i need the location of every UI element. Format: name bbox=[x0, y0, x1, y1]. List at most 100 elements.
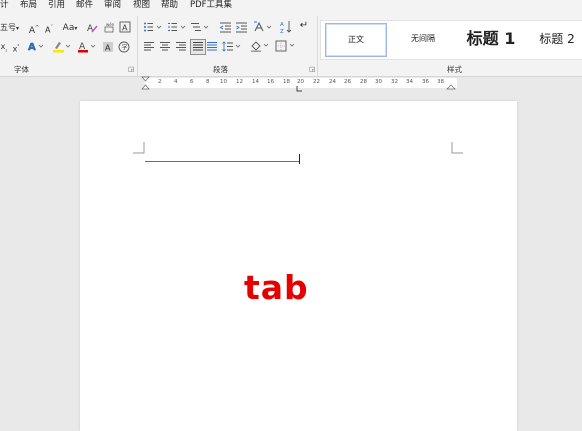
svg-text:A: A bbox=[280, 22, 284, 28]
change-case-button[interactable]: Aa▾ bbox=[60, 22, 80, 35]
menu-view[interactable]: 视图 bbox=[133, 0, 150, 10]
font-group-label: 字体 bbox=[14, 65, 29, 74]
crop-mark-top-right bbox=[451, 142, 463, 154]
increase-indent-icon bbox=[236, 22, 247, 33]
font-size-value: 五号 bbox=[0, 23, 16, 32]
right-indent-marker-icon[interactable] bbox=[446, 84, 456, 90]
text-effects-icon: A bbox=[28, 42, 44, 53]
crop-mark-top-left bbox=[133, 142, 145, 154]
ruler-tick: 12 bbox=[236, 79, 243, 85]
align-left-icon bbox=[144, 42, 154, 51]
line-spacing-icon[interactable] bbox=[222, 41, 242, 56]
menu-bar: 计 布局 引用 邮件 审阅 视图 帮助 PDF工具集 bbox=[0, 0, 582, 12]
text-effects-icon[interactable]: A bbox=[27, 40, 45, 56]
group-divider bbox=[137, 16, 138, 82]
borders-icon[interactable] bbox=[275, 40, 297, 56]
chinese-layout-icon bbox=[254, 21, 272, 32]
underline-line bbox=[145, 161, 299, 162]
highlight-color-icon bbox=[53, 42, 71, 53]
ruler-tick: 2 bbox=[158, 79, 162, 85]
paragraph-dialog-launcher-icon[interactable]: ◲ bbox=[309, 65, 315, 73]
char-shading-icon[interactable]: A bbox=[102, 41, 114, 57]
style-normal[interactable]: 正文 bbox=[325, 23, 387, 57]
ruler-tick: 28 bbox=[360, 79, 367, 85]
shading-icon bbox=[251, 41, 269, 52]
sort-icon[interactable]: AZ bbox=[280, 20, 293, 38]
style-heading-1[interactable]: 标题 1 bbox=[459, 23, 523, 55]
phonetic-guide-icon[interactable]: wén bbox=[103, 21, 115, 37]
align-center-icon bbox=[160, 42, 170, 51]
menu-review[interactable]: 审阅 bbox=[104, 0, 121, 10]
style-heading-2[interactable]: 标题 2 bbox=[529, 23, 582, 55]
superscript-icon[interactable]: x² bbox=[11, 41, 21, 56]
char-border-icon[interactable]: A bbox=[119, 21, 131, 37]
styles-gallery: 正文 无间隔 标题 1 标题 2 bbox=[320, 20, 582, 60]
bullets-icon bbox=[144, 22, 162, 32]
menu-mailings[interactable]: 邮件 bbox=[76, 0, 93, 10]
font-color-icon[interactable]: A bbox=[77, 40, 97, 57]
menu-pdf-tools[interactable]: PDF工具集 bbox=[190, 0, 232, 10]
tab-stop-icon[interactable] bbox=[296, 85, 304, 93]
clear-format-icon[interactable]: A bbox=[86, 21, 98, 37]
change-case-label: Aa bbox=[62, 23, 75, 33]
paragraph-group-label: 段落 bbox=[213, 65, 228, 74]
bullets-icon[interactable] bbox=[143, 21, 163, 37]
numbering-icon[interactable] bbox=[167, 21, 187, 37]
shrink-font-button[interactable]: Aˇ bbox=[43, 22, 55, 37]
ruler-tick: 18 bbox=[283, 79, 290, 85]
show-marks-icon[interactable]: ↵ bbox=[298, 20, 310, 32]
distributed-icon[interactable] bbox=[207, 41, 218, 56]
multilevel-list-icon[interactable] bbox=[190, 21, 210, 37]
ruler-tick: 10 bbox=[220, 79, 227, 85]
decrease-indent-icon bbox=[219, 22, 231, 33]
caret-down-icon: ˇ bbox=[50, 25, 53, 31]
svg-text:A: A bbox=[105, 44, 111, 53]
increase-indent-icon[interactable] bbox=[235, 21, 248, 37]
ruler-tick: 16 bbox=[267, 79, 274, 85]
font-color-icon: A bbox=[78, 42, 96, 53]
menu-design[interactable]: 计 bbox=[0, 0, 9, 10]
ruler-tick: 22 bbox=[313, 79, 320, 85]
shading-icon[interactable] bbox=[250, 40, 270, 56]
clear-format-icon: A bbox=[87, 24, 98, 34]
align-right-icon[interactable] bbox=[176, 41, 187, 56]
font-dialog-launcher-icon[interactable]: ◲ bbox=[128, 65, 134, 73]
chinese-layout-icon[interactable] bbox=[253, 21, 273, 37]
justify-button[interactable] bbox=[190, 39, 206, 55]
align-left-icon[interactable] bbox=[144, 41, 155, 56]
line-spacing-icon bbox=[222, 41, 241, 52]
decrease-indent-icon[interactable] bbox=[219, 21, 232, 37]
borders-icon bbox=[275, 40, 295, 52]
svg-text:A: A bbox=[28, 42, 36, 52]
sort-icon: AZ bbox=[280, 21, 292, 35]
style-no-spacing[interactable]: 无间隔 bbox=[393, 23, 453, 55]
ruler-tick: 36 bbox=[422, 79, 429, 85]
char-shading-icon: A bbox=[103, 42, 113, 53]
document-text[interactable]: tab bbox=[244, 268, 309, 308]
svg-text:Z: Z bbox=[280, 29, 284, 34]
ribbon: 五号▾ A^ Aˇ Aa▾ A wén A x₂ x² A A A 字 字体 ◲ bbox=[0, 12, 582, 82]
enclose-char-icon[interactable]: 字 bbox=[118, 41, 130, 57]
distributed-icon bbox=[207, 42, 217, 51]
font-size-select[interactable]: 五号▾ bbox=[0, 22, 22, 35]
menu-help[interactable]: 帮助 bbox=[161, 0, 178, 10]
ruler-tick: 34 bbox=[406, 79, 413, 85]
menu-layout[interactable]: 布局 bbox=[20, 0, 37, 10]
ruler-tick: 14 bbox=[252, 79, 259, 85]
indent-marker-icon[interactable] bbox=[141, 76, 151, 92]
enclose-char-icon: 字 bbox=[118, 41, 130, 53]
ruler-tick: 8 bbox=[206, 79, 210, 85]
svg-text:A: A bbox=[122, 24, 128, 33]
multilevel-list-icon bbox=[191, 23, 209, 31]
ruler-tick: 6 bbox=[190, 79, 194, 85]
group-divider bbox=[317, 16, 318, 82]
align-right-icon bbox=[176, 42, 186, 51]
highlight-color-icon[interactable] bbox=[52, 40, 72, 57]
ruler-tick: 26 bbox=[344, 79, 351, 85]
subscript-icon[interactable]: x₂ bbox=[0, 41, 8, 57]
align-center-icon[interactable] bbox=[160, 41, 171, 56]
styles-group-label: 样式 bbox=[447, 65, 462, 74]
menu-references[interactable]: 引用 bbox=[48, 0, 65, 10]
grow-font-button[interactable]: A^ bbox=[28, 22, 40, 37]
ruler-tick: 32 bbox=[391, 79, 398, 85]
